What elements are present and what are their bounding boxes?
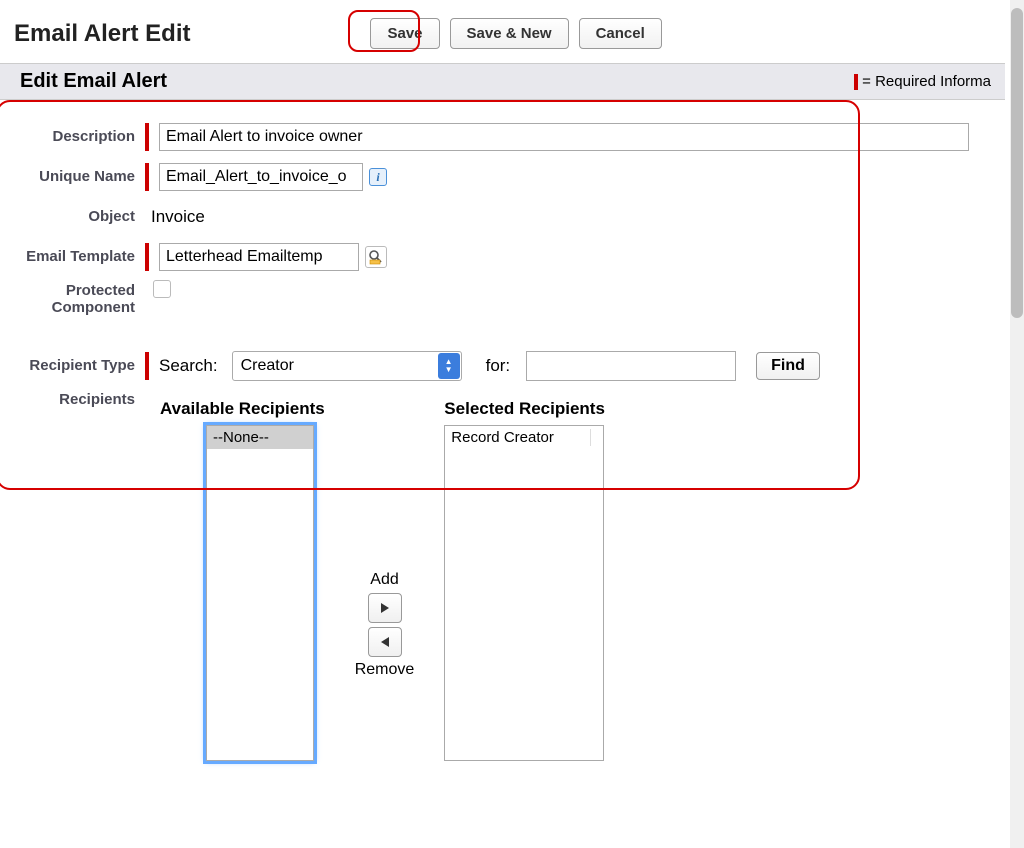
required-info: = Required Informa [854,73,991,90]
info-icon[interactable]: i [369,168,387,186]
find-button[interactable]: Find [756,352,820,380]
scrollbar[interactable] [1010,0,1024,848]
for-input[interactable] [526,351,736,381]
remove-button[interactable] [368,627,402,657]
page-title: Email Alert Edit [14,20,190,48]
selected-recipients-title: Selected Recipients [444,399,605,419]
required-bar-icon [854,74,858,90]
scrollbar-thumb[interactable] [1011,8,1023,318]
required-info-text: = Required Informa [862,73,991,90]
required-bar-icon [145,352,149,380]
save-and-new-button[interactable]: Save & New [450,18,569,49]
list-item[interactable]: --None-- [207,426,313,449]
selected-recipients-listbox[interactable]: Record Creator [444,425,604,761]
list-item-text: Record Creator [451,429,591,446]
save-button[interactable]: Save [370,18,439,49]
unique-name-label: Unique Name [10,168,145,185]
recipient-type-select[interactable] [232,351,462,381]
available-recipients-title: Available Recipients [160,399,325,419]
recipients-label: Recipients [10,389,145,408]
recipient-type-label: Recipient Type [10,357,145,374]
required-bar-icon [145,123,149,151]
protected-component-checkbox[interactable] [153,280,171,298]
lookup-icon[interactable] [365,246,387,268]
available-recipients-listbox[interactable]: --None-- [206,425,314,761]
unique-name-input[interactable] [159,163,363,191]
for-label: for: [486,356,511,376]
protected-component-label: Protected Component [10,280,145,317]
add-button[interactable] [368,593,402,623]
search-label: Search: [159,356,218,376]
section-title: Edit Email Alert [20,70,167,93]
description-input[interactable] [159,123,969,151]
remove-label: Remove [355,661,415,679]
required-bar-icon [145,163,149,191]
button-bar: Save Save & New Cancel [370,18,661,49]
required-bar-icon [145,243,149,271]
object-label: Object [10,208,145,225]
list-item[interactable]: Record Creator [445,426,603,449]
email-template-label: Email Template [10,248,145,265]
cancel-button[interactable]: Cancel [579,18,662,49]
description-label: Description [10,128,145,145]
email-template-input[interactable] [159,243,359,271]
object-value: Invoice [145,207,205,227]
add-label: Add [370,571,398,589]
